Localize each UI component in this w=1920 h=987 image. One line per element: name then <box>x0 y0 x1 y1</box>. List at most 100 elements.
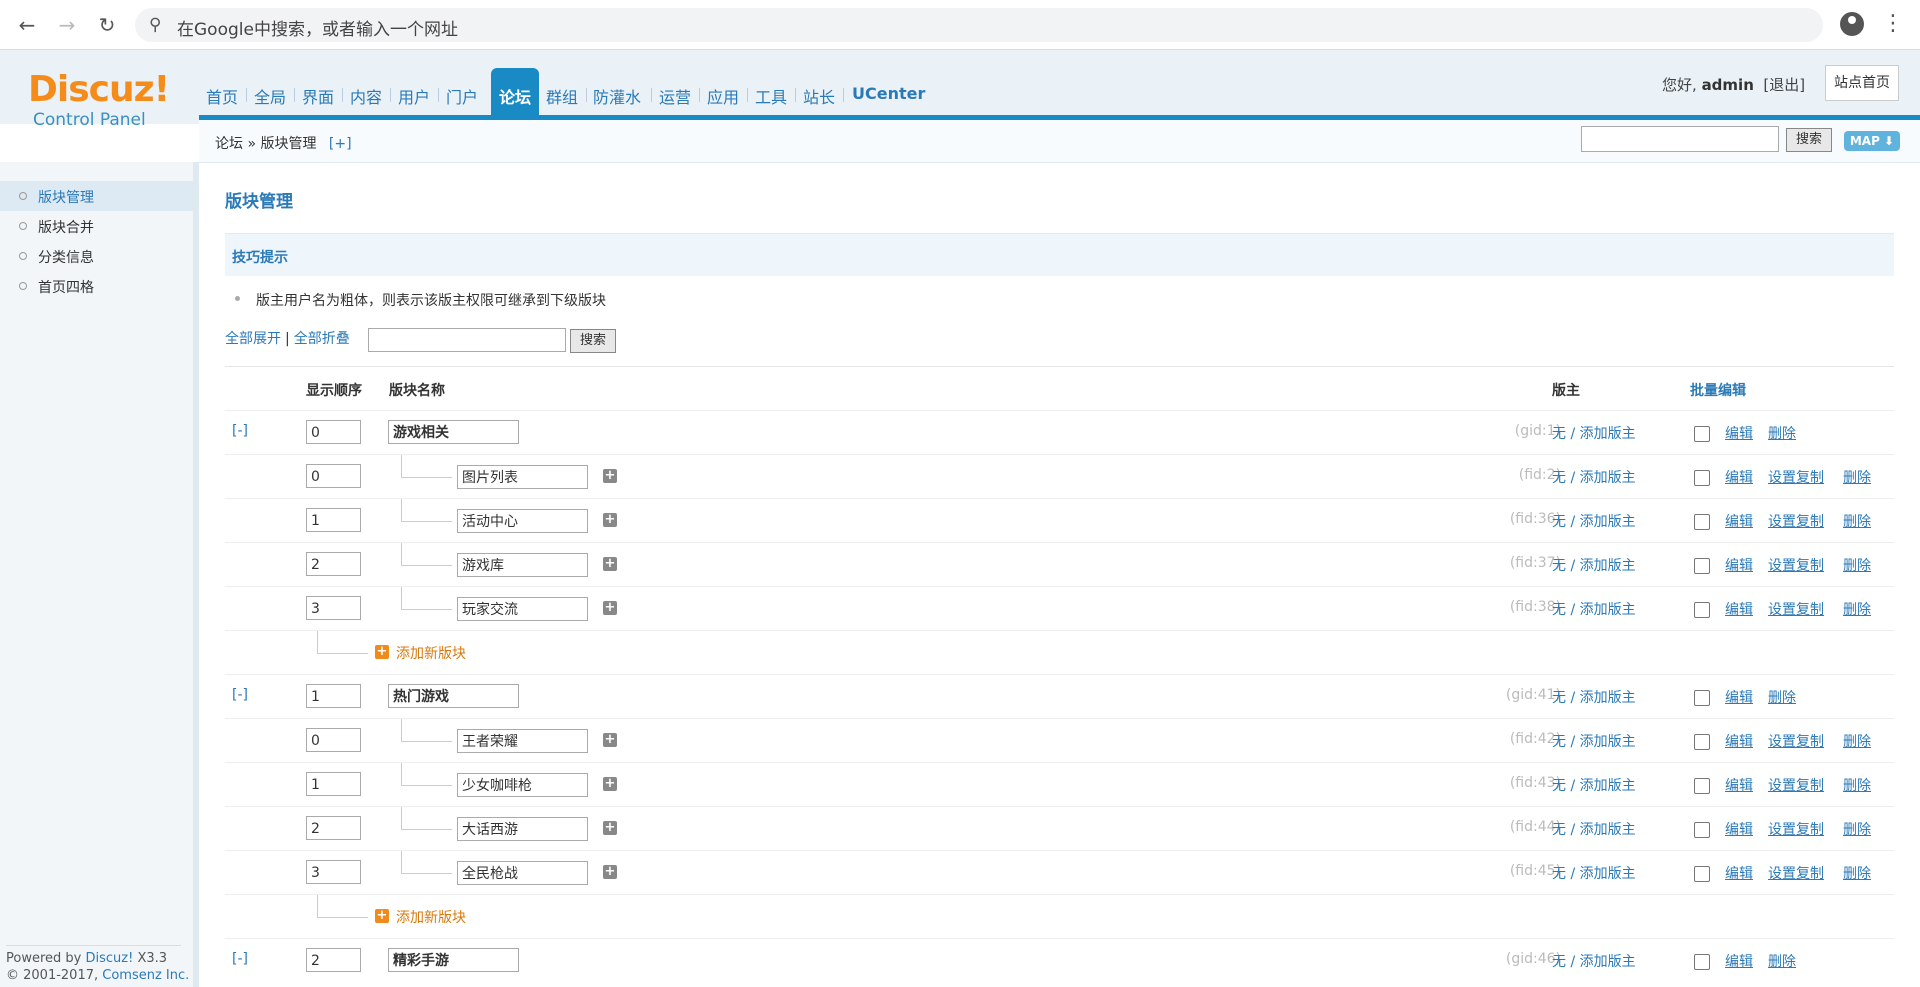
discuz-logo[interactable]: Discuz! Control Panel <box>28 70 188 131</box>
add-subforum-icon[interactable]: + <box>603 865 617 879</box>
add-moderator-link[interactable]: 添加版主 <box>1580 690 1636 706</box>
display-order-input[interactable]: 3 <box>306 596 361 620</box>
batch-edit-checkbox[interactable] <box>1694 558 1710 574</box>
nav-operation[interactable]: 运营 <box>659 84 691 108</box>
display-order-input[interactable]: 2 <box>306 552 361 576</box>
forum-name-input[interactable]: 大话西游 <box>457 817 588 841</box>
menu-kebab-icon[interactable]: ⋮ <box>1882 10 1904 38</box>
edit-link[interactable]: 编辑 <box>1725 951 1753 971</box>
back-arrow-icon[interactable]: ← <box>14 12 40 38</box>
nav-founder[interactable]: 站长 <box>803 84 835 108</box>
copy-settings-link[interactable]: 设置复制 <box>1768 599 1824 619</box>
edit-link[interactable]: 编辑 <box>1725 467 1753 487</box>
add-subforum-icon[interactable]: + <box>603 777 617 791</box>
group-name-input[interactable]: 热门游戏 <box>388 684 519 708</box>
breadcrumb-path[interactable]: 论坛 » 版块管理 <box>215 136 316 152</box>
delete-link[interactable]: 删除 <box>1843 863 1871 883</box>
copy-settings-link[interactable]: 设置复制 <box>1768 555 1824 575</box>
forward-arrow-icon[interactable]: → <box>54 12 80 38</box>
batch-edit-checkbox[interactable] <box>1694 470 1710 486</box>
map-button[interactable]: MAP ⬇ <box>1844 131 1900 151</box>
top-search-button[interactable]: 搜索 <box>1786 128 1832 152</box>
display-order-input[interactable]: 3 <box>306 860 361 884</box>
copy-settings-link[interactable]: 设置复制 <box>1768 467 1824 487</box>
batch-edit-checkbox[interactable] <box>1694 602 1710 618</box>
sidebar-item-forum-manage[interactable]: 版块管理 <box>0 181 193 211</box>
add-moderator-link[interactable]: 添加版主 <box>1580 470 1636 486</box>
batch-edit-checkbox[interactable] <box>1694 954 1710 970</box>
add-subforum-icon[interactable]: + <box>603 821 617 835</box>
add-shortcut-link[interactable]: [+] <box>329 136 352 152</box>
address-bar[interactable]: ⚲ 在Google中搜索，或者输入一个网址 <box>135 8 1823 42</box>
add-moderator-link[interactable]: 添加版主 <box>1580 778 1636 794</box>
forum-name-input[interactable]: 王者荣耀 <box>457 729 588 753</box>
display-order-input[interactable]: 2 <box>306 816 361 840</box>
collapse-toggle[interactable]: [-] <box>232 687 248 703</box>
sidebar-item-thread-types[interactable]: 分类信息 <box>0 241 193 271</box>
edit-link[interactable]: 编辑 <box>1725 863 1753 883</box>
forum-search-button[interactable]: 搜索 <box>570 329 616 353</box>
site-home-button[interactable]: 站点首页 <box>1825 65 1899 101</box>
edit-link[interactable]: 编辑 <box>1725 599 1753 619</box>
add-forum-icon[interactable]: + <box>375 909 389 923</box>
add-moderator-link[interactable]: 添加版主 <box>1580 602 1636 618</box>
sidebar-item-forum-merge[interactable]: 版块合并 <box>0 211 193 241</box>
edit-link[interactable]: 编辑 <box>1725 511 1753 531</box>
batch-edit-checkbox[interactable] <box>1694 734 1710 750</box>
add-forum-icon[interactable]: + <box>375 645 389 659</box>
collapse-all-link[interactable]: 全部折叠 <box>294 331 350 347</box>
display-order-input[interactable]: 1 <box>306 772 361 796</box>
forum-name-input[interactable]: 图片列表 <box>457 465 588 489</box>
batch-edit-checkbox[interactable] <box>1694 690 1710 706</box>
nav-apps[interactable]: 应用 <box>707 84 739 108</box>
edit-link[interactable]: 编辑 <box>1725 687 1753 707</box>
copy-settings-link[interactable]: 设置复制 <box>1768 731 1824 751</box>
nav-home[interactable]: 首页 <box>206 84 238 108</box>
edit-link[interactable]: 编辑 <box>1725 423 1753 443</box>
add-moderator-link[interactable]: 添加版主 <box>1580 734 1636 750</box>
batch-edit-checkbox[interactable] <box>1694 866 1710 882</box>
add-moderator-link[interactable]: 添加版主 <box>1580 954 1636 970</box>
add-subforum-icon[interactable]: + <box>603 601 617 615</box>
collapse-toggle[interactable]: [-] <box>232 423 248 439</box>
delete-link[interactable]: 删除 <box>1843 467 1871 487</box>
forum-name-input[interactable]: 少女咖啡枪 <box>457 773 588 797</box>
nav-portal[interactable]: 门户 <box>446 84 478 108</box>
forum-name-input[interactable]: 全民枪战 <box>457 861 588 885</box>
display-order-input[interactable]: 0 <box>306 464 361 488</box>
delete-link[interactable]: 删除 <box>1843 555 1871 575</box>
delete-link[interactable]: 删除 <box>1768 687 1796 707</box>
top-search-input[interactable] <box>1581 126 1779 152</box>
add-moderator-link[interactable]: 添加版主 <box>1580 558 1636 574</box>
delete-link[interactable]: 删除 <box>1768 423 1796 443</box>
add-subforum-icon[interactable]: + <box>603 469 617 483</box>
delete-link[interactable]: 删除 <box>1843 775 1871 795</box>
batch-edit-checkbox[interactable] <box>1694 426 1710 442</box>
nav-forum-active[interactable]: 论坛 <box>491 68 539 120</box>
delete-link[interactable]: 删除 <box>1843 819 1871 839</box>
add-moderator-link[interactable]: 添加版主 <box>1580 866 1636 882</box>
forum-search-input[interactable] <box>368 328 566 352</box>
add-moderator-link[interactable]: 添加版主 <box>1580 514 1636 530</box>
profile-icon[interactable] <box>1840 12 1864 36</box>
sidebar-item-grid[interactable]: 首页四格 <box>0 271 193 301</box>
nav-ucenter[interactable]: UCenter <box>852 84 925 103</box>
edit-link[interactable]: 编辑 <box>1725 555 1753 575</box>
add-moderator-link[interactable]: 添加版主 <box>1580 426 1636 442</box>
discuz-link[interactable]: Discuz! <box>85 951 133 966</box>
nav-global[interactable]: 全局 <box>254 84 286 108</box>
batch-edit-checkbox[interactable] <box>1694 514 1710 530</box>
delete-link[interactable]: 删除 <box>1768 951 1796 971</box>
column-header-batch-edit[interactable]: 批量编辑 <box>1690 380 1746 400</box>
delete-link[interactable]: 删除 <box>1843 511 1871 531</box>
nav-tools[interactable]: 工具 <box>755 84 787 108</box>
edit-link[interactable]: 编辑 <box>1725 819 1753 839</box>
add-forum-link[interactable]: 添加新版块 <box>396 643 466 663</box>
edit-link[interactable]: 编辑 <box>1725 775 1753 795</box>
display-order-input[interactable]: 1 <box>306 508 361 532</box>
edit-link[interactable]: 编辑 <box>1725 731 1753 751</box>
display-order-input[interactable]: 0 <box>306 728 361 752</box>
copy-settings-link[interactable]: 设置复制 <box>1768 863 1824 883</box>
group-name-input[interactable]: 游戏相关 <box>388 420 519 444</box>
nav-users[interactable]: 用户 <box>398 84 430 108</box>
